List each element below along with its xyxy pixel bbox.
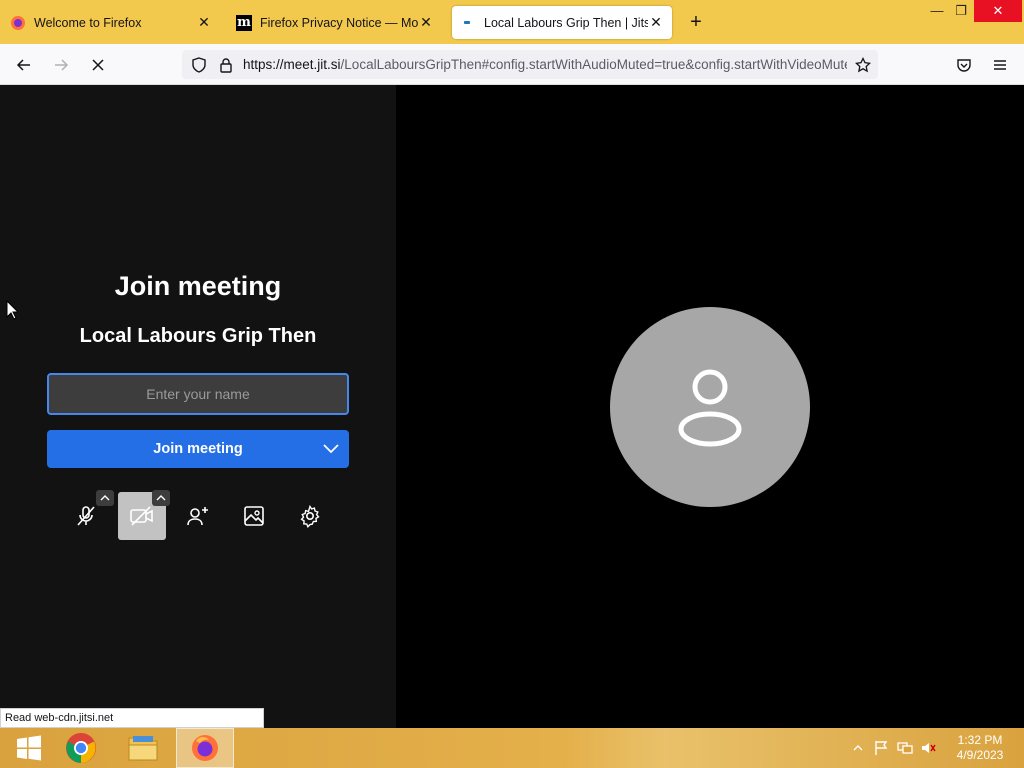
bookmark-star-icon[interactable] xyxy=(850,52,876,78)
mozilla-m-icon: m xyxy=(236,14,252,31)
navigation-bar: https://meet.jit.si/LocalLaboursGripThen… xyxy=(0,44,1024,85)
close-tab-icon[interactable]: ✕ xyxy=(418,14,434,31)
microphone-off-icon xyxy=(77,506,95,526)
new-tab-button[interactable]: + xyxy=(684,10,708,34)
back-button[interactable] xyxy=(11,52,37,78)
stop-button[interactable] xyxy=(85,52,111,78)
name-input[interactable] xyxy=(47,373,349,415)
chevron-up-icon xyxy=(100,495,110,501)
tab-jitsi[interactable]: Local Labours Grip Then | Jitsi M ✕ xyxy=(452,6,672,39)
url-text[interactable]: https://meet.jit.si/LocalLaboursGripThen… xyxy=(243,57,847,72)
jitsi-icon xyxy=(460,15,476,31)
video-options-caret[interactable] xyxy=(152,490,170,506)
tab-privacy-notice[interactable]: m Firefox Privacy Notice — Mozilla ✕ xyxy=(228,6,442,39)
taskbar: 1:32 PM 4/9/2023 xyxy=(0,728,1024,768)
chrome-icon xyxy=(66,733,96,763)
join-meeting-label: Join meeting xyxy=(153,441,243,457)
gear-icon xyxy=(300,504,320,528)
status-bar: Read web-cdn.jitsi.net xyxy=(0,708,264,728)
camera-off-icon xyxy=(130,506,153,526)
volume-muted-icon[interactable] xyxy=(920,740,936,756)
virtual-background-button[interactable] xyxy=(230,492,278,540)
tab-bar: Welcome to Firefox ✕ m Firefox Privacy N… xyxy=(0,0,1024,44)
tab-label: Welcome to Firefox xyxy=(34,15,142,30)
page-title: Join meeting xyxy=(114,271,282,301)
close-tab-icon[interactable]: ✕ xyxy=(196,14,212,31)
menu-button[interactable] xyxy=(987,52,1013,78)
video-preview xyxy=(396,85,1024,728)
firefox-icon xyxy=(192,735,218,761)
chevron-down-icon[interactable] xyxy=(321,439,341,459)
show-hidden-icons-icon[interactable] xyxy=(850,740,866,756)
settings-button[interactable] xyxy=(286,492,334,540)
restore-button[interactable]: ❐ xyxy=(944,0,978,22)
taskbar-clock[interactable]: 1:32 PM 4/9/2023 xyxy=(948,733,1012,763)
arrow-right-icon xyxy=(55,59,69,71)
audio-options-caret[interactable] xyxy=(96,490,114,506)
lock-icon[interactable] xyxy=(213,52,239,78)
room-name: Local Labours Grip Then xyxy=(79,325,317,347)
mouse-cursor-icon xyxy=(6,299,20,325)
image-icon xyxy=(244,506,264,526)
action-center-flag-icon[interactable] xyxy=(873,740,889,756)
clock-date: 4/9/2023 xyxy=(956,748,1004,762)
window-close-button[interactable]: ✕ xyxy=(974,0,1022,22)
invite-people-button[interactable] xyxy=(174,492,222,540)
close-icon xyxy=(92,59,104,71)
start-button[interactable] xyxy=(0,728,58,768)
join-meeting-button[interactable]: Join meeting xyxy=(47,430,349,468)
firefox-icon xyxy=(10,15,26,31)
pocket-button[interactable] xyxy=(951,52,977,78)
windows-logo-icon xyxy=(17,735,41,761)
close-tab-icon[interactable]: ✕ xyxy=(648,14,664,31)
hamburger-menu-icon xyxy=(994,60,1006,70)
url-bar[interactable]: https://meet.jit.si/LocalLaboursGripThen… xyxy=(182,50,878,79)
avatar xyxy=(610,307,810,507)
chevron-up-icon xyxy=(156,495,166,501)
chrome-taskbar-button[interactable] xyxy=(52,728,110,768)
network-icon[interactable] xyxy=(897,740,913,756)
prejoin-panel: Join meeting Local Labours Grip Then Joi… xyxy=(0,85,396,728)
tab-welcome[interactable]: Welcome to Firefox ✕ xyxy=(2,6,220,39)
forward-button[interactable] xyxy=(48,52,74,78)
user-icon xyxy=(678,369,742,447)
tab-label: Local Labours Grip Then | Jitsi M xyxy=(484,15,648,30)
folder-icon xyxy=(128,736,158,761)
clock-time: 1:32 PM xyxy=(957,733,1003,747)
tab-label: Firefox Privacy Notice — Mozilla xyxy=(260,15,418,30)
arrow-left-icon xyxy=(16,59,30,71)
firefox-taskbar-button[interactable] xyxy=(176,728,234,768)
pocket-icon xyxy=(957,59,971,72)
file-explorer-taskbar-button[interactable] xyxy=(114,728,172,768)
add-user-icon xyxy=(187,507,208,526)
tracking-shield-icon[interactable] xyxy=(186,52,212,78)
